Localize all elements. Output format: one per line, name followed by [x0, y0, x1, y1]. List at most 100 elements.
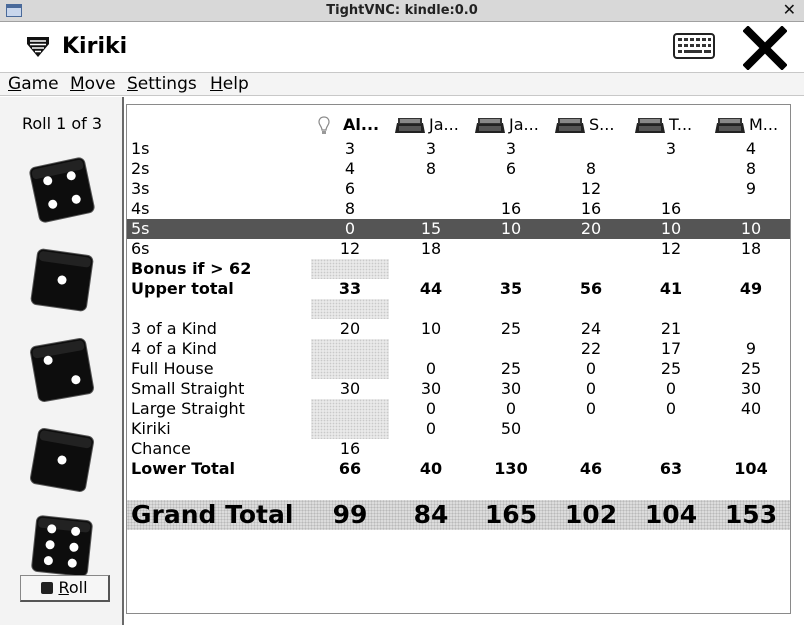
score-cell[interactable]	[552, 139, 630, 159]
score-cell[interactable]: 30	[712, 379, 790, 399]
score-cell[interactable]: 22	[552, 339, 630, 359]
score-cell[interactable]: 104	[712, 459, 790, 479]
score-cell[interactable]: 30	[311, 379, 389, 399]
score-cell[interactable]: 56	[552, 279, 630, 299]
score-cell[interactable]	[311, 299, 389, 319]
score-cell[interactable]: 12	[632, 239, 710, 259]
score-row[interactable]: Chance 16	[127, 439, 790, 459]
die-1[interactable]	[26, 154, 98, 226]
score-cell[interactable]: 25	[632, 359, 710, 379]
score-cell[interactable]: 18	[392, 239, 470, 259]
score-cell[interactable]	[552, 419, 630, 439]
score-row[interactable]: Kiriki 0 50	[127, 419, 790, 439]
score-cell[interactable]	[472, 179, 550, 199]
score-cell[interactable]: 9	[712, 179, 790, 199]
score-cell[interactable]: 24	[552, 319, 630, 339]
score-row[interactable]: Bonus if > 62	[127, 259, 790, 279]
score-cell[interactable]: 8	[712, 159, 790, 179]
score-cell[interactable]	[632, 159, 710, 179]
score-cell[interactable]: 0	[632, 399, 710, 419]
score-cell[interactable]: 10	[472, 219, 550, 239]
window-close-icon[interactable]: ✕	[783, 1, 796, 19]
score-row[interactable]	[127, 299, 790, 319]
score-cell[interactable]	[472, 439, 550, 459]
score-cell[interactable]	[392, 339, 470, 359]
score-cell[interactable]: 25	[472, 319, 550, 339]
score-cell[interactable]	[311, 339, 389, 359]
score-cell[interactable]	[311, 419, 389, 439]
score-cell[interactable]	[712, 199, 790, 219]
score-cell[interactable]: 63	[632, 459, 710, 479]
score-cell[interactable]: 0	[552, 399, 630, 419]
menu-move[interactable]: Move	[70, 74, 116, 94]
score-cell[interactable]: 8	[552, 159, 630, 179]
score-cell[interactable]: 8	[392, 159, 470, 179]
score-cell[interactable]	[392, 259, 470, 279]
player-header-1[interactable]: Al...	[317, 114, 379, 136]
die-3[interactable]	[26, 334, 98, 406]
die-5[interactable]	[26, 510, 98, 582]
score-cell[interactable]: 16	[311, 439, 389, 459]
score-cell[interactable]	[392, 439, 470, 459]
score-row[interactable]: 4 of a Kind 22 17 9	[127, 339, 790, 359]
score-cell[interactable]: 16	[472, 199, 550, 219]
score-cell[interactable]	[552, 259, 630, 279]
score-cell[interactable]	[392, 299, 470, 319]
score-cell[interactable]: 0	[392, 399, 470, 419]
score-cell[interactable]: 0	[552, 359, 630, 379]
score-cell[interactable]: 12	[311, 239, 389, 259]
score-cell[interactable]	[632, 439, 710, 459]
score-cell[interactable]	[392, 199, 470, 219]
score-cell[interactable]	[712, 319, 790, 339]
score-cell[interactable]	[472, 299, 550, 319]
score-row[interactable]: 4s 8 16 16 16	[127, 199, 790, 219]
score-cell[interactable]	[632, 419, 710, 439]
score-cell[interactable]: 49	[712, 279, 790, 299]
score-cell[interactable]: 4	[712, 139, 790, 159]
score-cell[interactable]: 12	[552, 179, 630, 199]
score-row[interactable]: 3 of a Kind 20 10 25 24 21	[127, 319, 790, 339]
score-row[interactable]: 1s 3 3 3 3 4	[127, 139, 790, 159]
score-cell[interactable]: 130	[472, 459, 550, 479]
score-cell[interactable]: 0	[392, 419, 470, 439]
score-cell[interactable]: 50	[472, 419, 550, 439]
score-cell[interactable]	[472, 239, 550, 259]
die-2[interactable]	[26, 244, 98, 316]
score-cell[interactable]: 40	[712, 399, 790, 419]
menu-help[interactable]: Help	[210, 74, 249, 94]
score-cell[interactable]	[552, 239, 630, 259]
score-cell[interactable]: 4	[311, 159, 389, 179]
score-cell[interactable]: 41	[632, 279, 710, 299]
score-row[interactable]: 2s 4 8 6 8 8	[127, 159, 790, 179]
score-cell[interactable]: 0	[311, 219, 389, 239]
player-header-3[interactable]: Ja...	[475, 114, 539, 136]
score-cell[interactable]: 10	[712, 219, 790, 239]
score-cell[interactable]	[712, 259, 790, 279]
score-cell[interactable]	[311, 359, 389, 379]
score-cell[interactable]: 35	[472, 279, 550, 299]
score-cell[interactable]: 46	[552, 459, 630, 479]
score-cell[interactable]: 3	[472, 139, 550, 159]
score-cell[interactable]: 6	[472, 159, 550, 179]
score-cell[interactable]: 18	[712, 239, 790, 259]
menu-game[interactable]: Game	[8, 74, 59, 94]
score-cell[interactable]	[311, 259, 389, 279]
keyboard-icon[interactable]	[673, 33, 715, 59]
score-cell[interactable]	[472, 259, 550, 279]
player-header-4[interactable]: S...	[555, 114, 614, 136]
score-cell[interactable]: 0	[632, 379, 710, 399]
score-cell[interactable]	[472, 339, 550, 359]
score-row[interactable]: 5s 0 15 10 20 10 10	[127, 219, 790, 239]
score-cell[interactable]: 20	[311, 319, 389, 339]
score-cell[interactable]	[392, 179, 470, 199]
close-icon[interactable]	[743, 26, 787, 70]
score-cell[interactable]: 6	[311, 179, 389, 199]
score-cell[interactable]: 0	[472, 399, 550, 419]
score-cell[interactable]: 15	[392, 219, 470, 239]
score-cell[interactable]: 3	[311, 139, 389, 159]
score-cell[interactable]: 16	[552, 199, 630, 219]
score-cell[interactable]: 30	[472, 379, 550, 399]
score-cell[interactable]: 44	[392, 279, 470, 299]
score-row[interactable]: 3s 6 12 9	[127, 179, 790, 199]
score-cell[interactable]: 21	[632, 319, 710, 339]
